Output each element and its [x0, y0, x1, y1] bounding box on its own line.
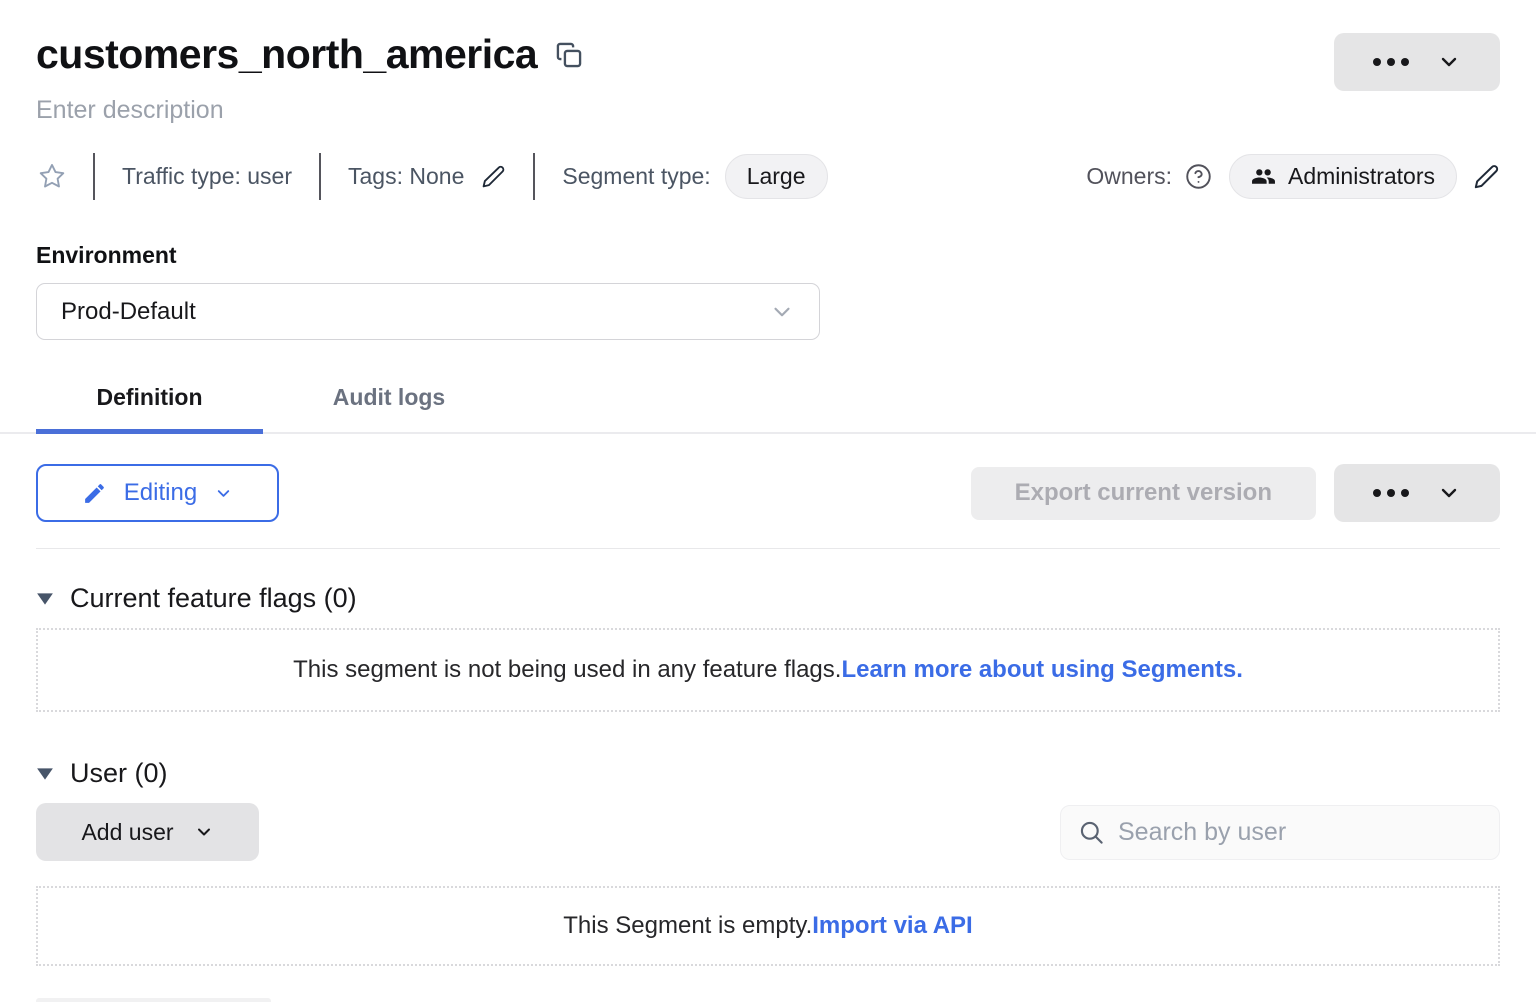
segment-detail-page: customers_north_america Enter descriptio…	[0, 0, 1536, 1002]
ellipsis-icon	[1373, 489, 1409, 497]
owners-label: Owners:	[1086, 163, 1172, 190]
owners-badge[interactable]: Administrators	[1229, 154, 1457, 199]
add-user-label: Add user	[81, 819, 173, 846]
cutoff-element-below-fold	[36, 998, 271, 1002]
owners-value: Administrators	[1288, 163, 1435, 190]
copy-icon[interactable]	[555, 41, 583, 69]
toolbar-more-menu-button[interactable]	[1334, 464, 1500, 522]
add-user-button[interactable]: Add user	[36, 803, 259, 861]
meta-row: Traffic type: user Tags: None Segment ty…	[36, 152, 1500, 200]
divider	[533, 153, 535, 200]
divider	[319, 153, 321, 200]
chevron-down-icon	[194, 822, 214, 842]
pencil-icon	[82, 481, 107, 506]
import-via-api-link[interactable]: Import via API	[812, 912, 972, 940]
user-empty-text: This Segment is empty.	[563, 912, 812, 940]
title-row: customers_north_america	[36, 0, 1500, 80]
definition-toolbar: Editing Export current version	[36, 464, 1500, 522]
tab-definition[interactable]: Definition	[36, 384, 263, 432]
edit-owners-pencil-icon[interactable]	[1473, 163, 1500, 190]
user-heading-label: User (0)	[70, 758, 168, 789]
feature-flags-heading-label: Current feature flags (0)	[70, 583, 357, 614]
environment-selected-value: Prod-Default	[61, 298, 196, 326]
traffic-type-label: Traffic type: user	[122, 163, 292, 190]
feature-flags-empty-state: This segment is not being used in any fe…	[36, 628, 1500, 712]
divider	[36, 548, 1500, 549]
export-current-version-button[interactable]: Export current version	[971, 467, 1316, 520]
segment-type-badge: Large	[725, 154, 828, 199]
ellipsis-icon	[1373, 58, 1409, 66]
divider	[93, 153, 95, 200]
user-toolbar: Add user	[36, 803, 1500, 861]
user-empty-state: This Segment is empty. Import via API	[36, 886, 1500, 966]
segment-type-label: Segment type:	[562, 163, 710, 190]
edit-tags-pencil-icon[interactable]	[481, 164, 506, 189]
help-circle-icon[interactable]	[1185, 163, 1212, 190]
tab-bar: Definition Audit logs	[0, 384, 1536, 434]
feature-flags-section-heading[interactable]: Current feature flags (0)	[36, 583, 1500, 614]
environment-select[interactable]: Prod-Default	[36, 283, 820, 340]
search-by-user-box	[1060, 805, 1500, 860]
chevron-down-icon	[769, 299, 795, 325]
header-more-menu-button[interactable]	[1334, 33, 1500, 91]
chevron-down-icon	[214, 484, 233, 503]
chevron-down-icon	[1437, 50, 1461, 74]
user-section-heading[interactable]: User (0)	[36, 758, 1500, 789]
page-title: customers_north_america	[36, 28, 537, 80]
star-icon[interactable]	[38, 162, 66, 190]
triangle-collapse-icon	[36, 592, 54, 606]
editing-label: Editing	[124, 479, 197, 507]
feature-flags-empty-text: This segment is not being used in any fe…	[293, 656, 841, 684]
description-placeholder[interactable]: Enter description	[36, 96, 1500, 125]
learn-more-segments-link[interactable]: Learn more about using Segments.	[841, 656, 1242, 684]
environment-label: Environment	[36, 242, 1500, 269]
editing-mode-button[interactable]: Editing	[36, 464, 279, 522]
search-by-user-input[interactable]	[1118, 818, 1482, 847]
people-icon	[1251, 164, 1276, 189]
triangle-collapse-icon	[36, 767, 54, 781]
tags-label: Tags: None	[348, 163, 464, 190]
chevron-down-icon	[1437, 481, 1461, 505]
search-icon	[1078, 819, 1105, 846]
tab-audit-logs[interactable]: Audit logs	[263, 384, 515, 432]
